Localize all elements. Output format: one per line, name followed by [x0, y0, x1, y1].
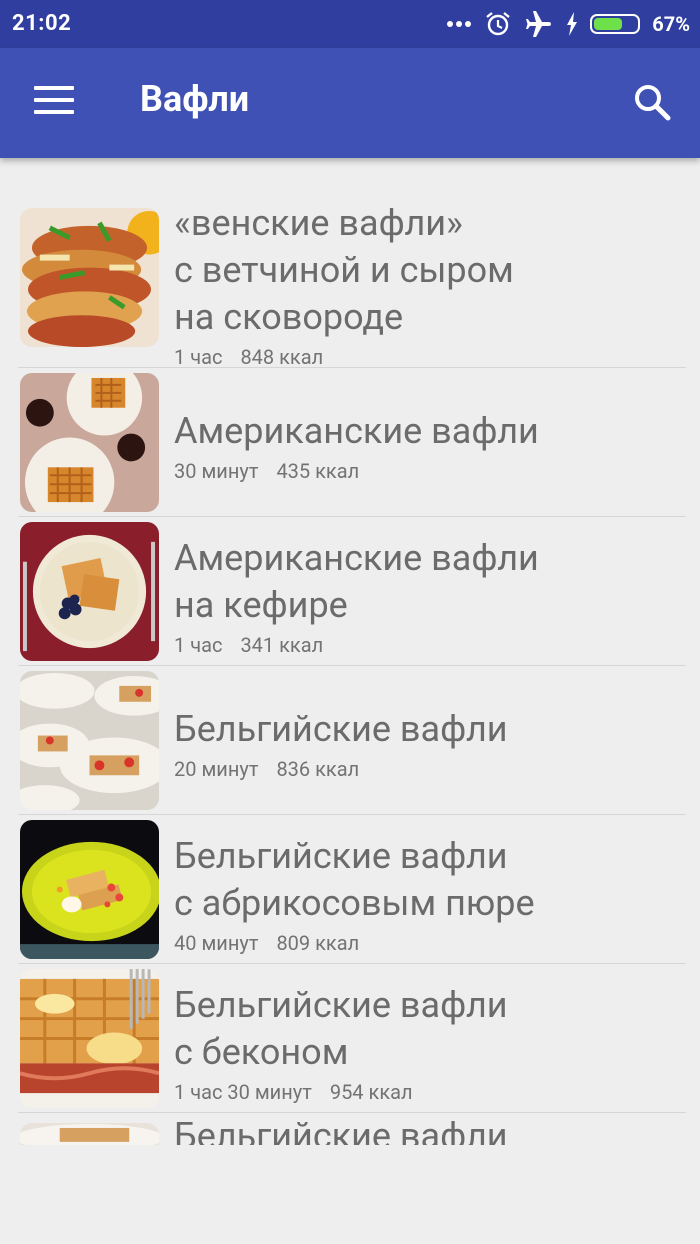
recipe-thumbnail [20, 820, 159, 959]
recipe-title-line: Бельгийские вафли [174, 835, 508, 877]
recipe-list-item[interactable]: Американские вафли на кефире 1 час 341 ккал [0, 517, 700, 666]
recipe-calories: 836 ккал [276, 757, 360, 781]
recipe-meta: 30 минут 435 ккал [174, 459, 686, 483]
recipe-thumbnail [20, 969, 159, 1108]
recipe-title-line: с абрикосовым пюре [174, 882, 535, 924]
battery-percent: 67% [652, 12, 690, 36]
app-bar: Вафли [0, 48, 700, 158]
hamburger-menu-icon[interactable] [34, 86, 74, 120]
recipe-cook-time: 30 минут [174, 459, 259, 483]
recipe-thumbnail [20, 671, 159, 810]
recipe-title: «венские вафли» с ветчиной и сыром на сков… [174, 200, 686, 341]
recipe-title-line: Бельгийские вафли [174, 984, 508, 1026]
status-time: 21:02 [12, 11, 72, 36]
recipe-title: Американские вафли на кефире [174, 535, 686, 629]
recipe-title: Бельгийские вафли [174, 706, 686, 753]
recipe-thumbnail [20, 1123, 159, 1145]
recipe-title: Бельгийские вафли [174, 1113, 686, 1145]
recipe-title-line: Бельгийские вафли [174, 708, 508, 750]
battery-icon [590, 14, 641, 34]
recipe-meta: 1 час 848 ккал [174, 345, 686, 369]
recipe-list-item[interactable]: Бельгийские вафли с беконом 1 час 30 минут… [0, 964, 700, 1113]
page-title: Вафли [140, 78, 250, 120]
recipe-title-line: с беконом [174, 1031, 349, 1073]
alarm-icon [486, 12, 511, 36]
charging-icon [567, 12, 578, 36]
recipe-title-line: на сковороде [174, 296, 404, 338]
recipe-list-item[interactable]: Бельгийские вафли [0, 1113, 700, 1145]
recipe-cook-time: 40 минут [174, 931, 259, 955]
recipe-calories: 848 ккал [240, 345, 324, 369]
recipe-thumbnail [20, 522, 159, 661]
recipe-thumbnail [20, 208, 159, 347]
more-dots-icon [447, 21, 472, 27]
recipe-cook-time: 1 час [174, 633, 223, 657]
recipe-cook-time: 1 час 30 минут [174, 1080, 312, 1104]
recipe-meta: 20 минут 836 ккал [174, 757, 686, 781]
recipe-calories: 341 ккал [240, 633, 324, 657]
recipe-meta: 1 час 30 минут 954 ккал [174, 1080, 686, 1104]
recipe-list-item[interactable]: Бельгийские вафли 20 минут 836 ккал [0, 666, 700, 815]
recipe-cook-time: 1 час [174, 345, 223, 369]
status-icons: 67% [446, 8, 690, 40]
recipe-calories: 435 ккал [276, 459, 360, 483]
recipe-meta: 40 минут 809 ккал [174, 931, 686, 955]
recipe-title-line: «венские вафли» [174, 202, 463, 244]
recipe-cook-time: 20 минут [174, 757, 259, 781]
recipe-calories: 809 ккал [276, 931, 360, 955]
status-bar: 21:02 67% [0, 0, 700, 48]
recipe-list-item[interactable]: Американские вафли 30 минут 435 ккал [0, 368, 700, 517]
recipe-title: Бельгийские вафли с беконом [174, 982, 686, 1076]
recipe-title-line: Американские вафли [174, 537, 539, 579]
search-icon[interactable] [630, 80, 674, 124]
recipe-list-item[interactable]: Бельгийские вафли с абрикосовым пюре 40 ми… [0, 815, 700, 964]
recipe-thumbnail [20, 373, 159, 512]
recipe-meta: 1 час 341 ккал [174, 633, 686, 657]
recipe-title: Американские вафли [174, 408, 686, 455]
recipe-title-line: Бельгийские вафли [174, 1115, 508, 1145]
recipe-title-line: с ветчиной и сыром [174, 249, 514, 291]
airplane-mode-icon [526, 11, 552, 37]
recipe-title-line: Американские вафли [174, 410, 539, 452]
recipe-calories: 954 ккал [329, 1080, 413, 1104]
recipe-title-line: на кефире [174, 584, 348, 626]
recipe-list[interactable]: «венские вафли» с ветчиной и сыром на сков… [0, 200, 700, 1145]
recipe-title: Бельгийские вафли с абрикосовым пюре [174, 833, 686, 927]
recipe-list-item[interactable]: «венские вафли» с ветчиной и сыром на сков… [0, 200, 700, 369]
